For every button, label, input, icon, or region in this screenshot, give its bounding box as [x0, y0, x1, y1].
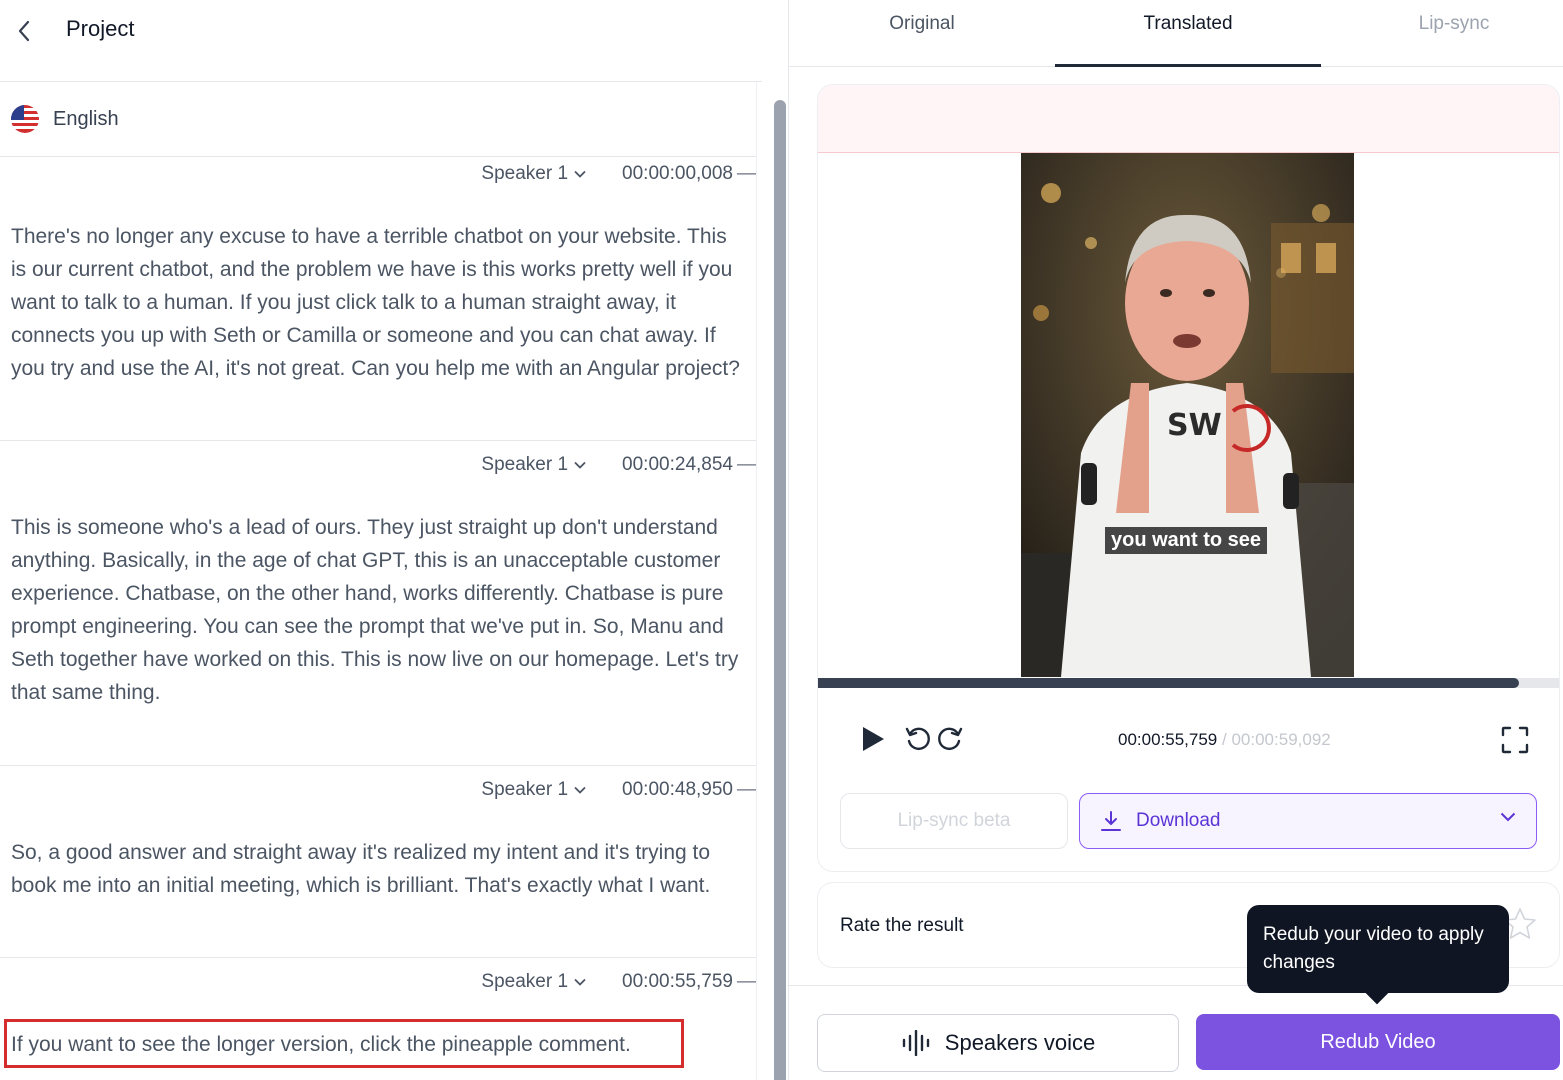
- redub-video-button[interactable]: Redub Video: [1196, 1014, 1560, 1070]
- redub-tooltip: Redub your video to apply changes: [1247, 905, 1509, 1005]
- shirt-logo-text: SW: [1167, 408, 1222, 443]
- video-player-card: SW you want to see 00:00:55,759 / 00:00:…: [817, 84, 1560, 872]
- tooltip-text: Redub your video to apply changes: [1263, 924, 1484, 973]
- tab-original[interactable]: Original: [789, 0, 1055, 67]
- range-dash: —: [737, 163, 756, 184]
- segment-timestamp[interactable]: 00:00:48,950: [622, 779, 733, 801]
- player-controls: 00:00:55,759 / 00:00:59,092: [818, 713, 1559, 769]
- view-tabs: Original Translated Lip-sync: [789, 0, 1563, 67]
- segment-text[interactable]: There's no longer any excuse to have a t…: [11, 220, 741, 385]
- range-dash: —: [737, 971, 756, 992]
- chevron-left-icon: [18, 20, 30, 42]
- video-frame[interactable]: SW you want to see: [1021, 153, 1354, 677]
- page-title: Project: [66, 16, 135, 41]
- chevron-down-icon: [574, 170, 586, 178]
- us-flag-icon: [11, 105, 39, 133]
- speaker-dropdown[interactable]: Speaker 1: [481, 779, 586, 801]
- range-dash: —: [737, 454, 756, 475]
- speaker-label: Speaker 1: [481, 779, 569, 800]
- transcript-panel: Project English Speaker 1 00:00:00,008 —: [0, 0, 762, 1080]
- preview-panel: Original Translated Lip-sync SW you want…: [788, 0, 1563, 1080]
- speaker-dropdown[interactable]: Speaker 1: [481, 971, 586, 993]
- transcript-segment: Speaker 1 00:00:48,950 — So, a good answ…: [0, 774, 756, 958]
- rewind-icon: [905, 727, 930, 750]
- language-label: English: [53, 107, 119, 130]
- segment-timestamp[interactable]: 00:00:55,759: [622, 971, 733, 993]
- transcript-segment: Speaker 1 00:00:00,008 — There's no long…: [0, 158, 756, 441]
- download-label: Download: [1136, 810, 1221, 831]
- video-thumbnail: SW: [1021, 153, 1354, 677]
- range-dash: —: [737, 779, 756, 800]
- rate-label: Rate the result: [840, 915, 964, 936]
- progress-fill: [818, 678, 1520, 688]
- current-time: 00:00:55,759: [1118, 730, 1218, 749]
- speaker-label: Speaker 1: [481, 454, 569, 475]
- tab-translated[interactable]: Translated: [1055, 0, 1321, 67]
- progress-bar[interactable]: [818, 678, 1559, 688]
- back-button[interactable]: [8, 14, 40, 48]
- video-area[interactable]: SW you want to see: [818, 153, 1559, 678]
- divider: [756, 82, 757, 1080]
- chevron-down-icon: [574, 978, 586, 986]
- play-button[interactable]: [858, 723, 888, 755]
- speaker-dropdown[interactable]: Speaker 1: [481, 454, 586, 476]
- highlight-annotation: [4, 1019, 684, 1068]
- rewind-button[interactable]: [904, 725, 932, 753]
- total-time: 00:00:59,092: [1231, 730, 1331, 749]
- segment-text[interactable]: So, a good answer and straight away it's…: [11, 836, 741, 902]
- fullscreen-button[interactable]: [1500, 725, 1530, 755]
- language-row[interactable]: English: [0, 82, 756, 157]
- forward-button[interactable]: [936, 725, 964, 753]
- time-separator: /: [1222, 730, 1227, 749]
- speaker-dropdown[interactable]: Speaker 1: [481, 163, 586, 185]
- segment-text[interactable]: This is someone who's a lead of ours. Th…: [11, 511, 741, 709]
- segment-timestamp[interactable]: 00:00:24,854: [622, 454, 733, 476]
- download-button[interactable]: Download: [1079, 793, 1537, 849]
- speaker-label: Speaker 1: [481, 163, 569, 184]
- speaker-label: Speaker 1: [481, 971, 569, 992]
- play-icon: [863, 727, 884, 751]
- download-icon: [1101, 811, 1121, 831]
- time-display: 00:00:55,759 / 00:00:59,092: [1118, 730, 1331, 750]
- top-bar: Project: [0, 0, 762, 82]
- chevron-down-icon: [574, 786, 586, 794]
- chevron-down-icon: [574, 461, 586, 469]
- transcript-segment: Speaker 1 00:00:24,854 — This is someone…: [0, 449, 756, 766]
- scrollbar[interactable]: [774, 100, 786, 1080]
- tab-lipsync[interactable]: Lip-sync: [1321, 0, 1563, 67]
- speakers-voice-button[interactable]: Speakers voice: [817, 1014, 1179, 1072]
- lipsync-button[interactable]: Lip-sync beta: [840, 793, 1068, 849]
- player-header: [818, 85, 1559, 153]
- speakers-voice-label: Speakers voice: [944, 1030, 1096, 1055]
- forward-icon: [938, 727, 963, 750]
- fullscreen-icon: [1501, 726, 1529, 754]
- chevron-down-icon: [1500, 812, 1516, 822]
- audio-waveform-icon: [902, 1030, 929, 1056]
- segment-timestamp[interactable]: 00:00:00,008: [622, 163, 733, 185]
- subtitle-caption: you want to see: [1105, 527, 1268, 554]
- tooltip-arrow: [1365, 981, 1389, 1005]
